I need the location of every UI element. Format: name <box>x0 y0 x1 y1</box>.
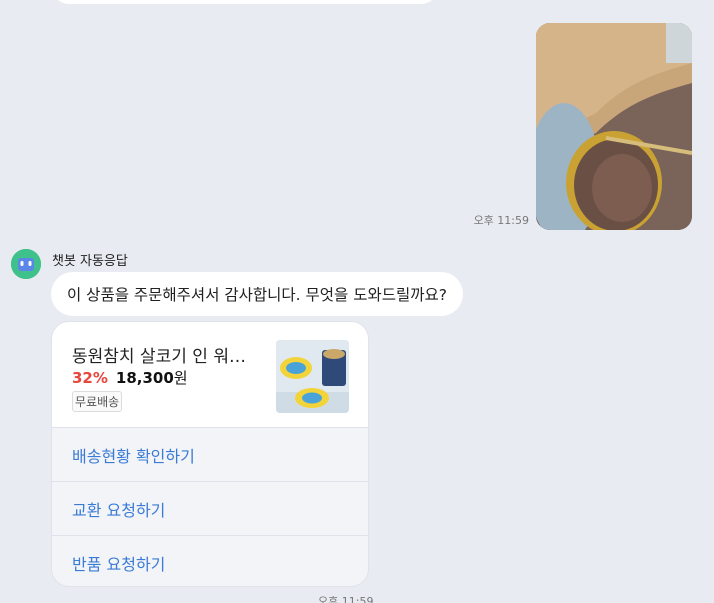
bot-message-time: 오후 11:59 <box>318 595 374 603</box>
price-row: 32% 18,300 원 <box>72 367 188 388</box>
bot-message-text: 이 상품을 주문해주셔서 감사합니다. 무엇을 도와드릴까요? <box>67 286 448 304</box>
product-card: 동원참치 살코기 인 워… 32% 18,300 원 무료배송 배송현황 확인하… <box>51 321 369 587</box>
free-shipping-badge: 무료배송 <box>72 391 123 412</box>
product-price: 18,300 <box>115 369 174 387</box>
product-summary[interactable]: 동원참치 살코기 인 워… 32% 18,300 원 무료배송 <box>52 322 368 428</box>
track-delivery-button[interactable]: 배송현황 확인하기 <box>52 428 368 482</box>
sent-photo-image <box>536 23 692 230</box>
price-unit: 원 <box>173 369 188 387</box>
product-name: 동원참치 살코기 인 워… <box>72 347 246 367</box>
previous-message-bubble <box>52 0 438 4</box>
sent-time: 오후 11:59 <box>473 214 529 227</box>
tuna-can-image <box>276 340 349 413</box>
request-return-button[interactable]: 반품 요청하기 <box>52 536 368 586</box>
bot-avatar <box>11 249 41 279</box>
discount-rate: 32% <box>72 369 108 387</box>
robot-icon <box>11 249 41 279</box>
sent-photo[interactable] <box>536 23 692 230</box>
product-thumbnail[interactable] <box>276 340 349 413</box>
bot-name: 챗봇 자동응답 <box>52 254 128 269</box>
bot-message-bubble: 이 상품을 주문해주셔서 감사합니다. 무엇을 도와드릴까요? <box>51 272 464 316</box>
request-exchange-button[interactable]: 교환 요청하기 <box>52 482 368 536</box>
